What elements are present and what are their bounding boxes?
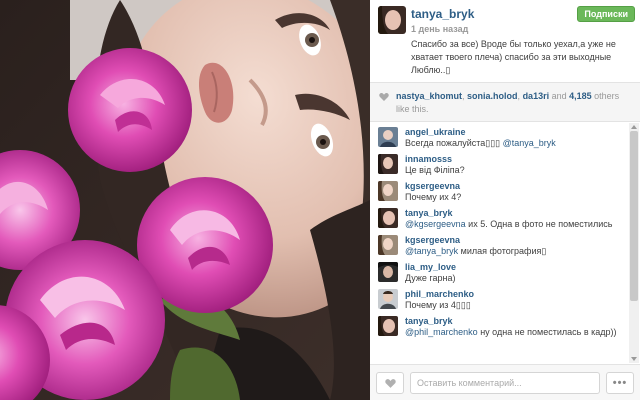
comment-username[interactable]: angel_ukraine (405, 123, 628, 137)
comment-username[interactable]: phil_marchenko (405, 285, 628, 299)
comment-username[interactable]: kgsergeevna (405, 231, 628, 245)
comment-text: Всегда пожалуйста▯▯▯ @tanya_bryk (405, 137, 628, 149)
comment-footer: ••• (370, 364, 640, 400)
comment-item: lia_my_love Дуже гарна) (370, 258, 628, 285)
photo-image (0, 0, 370, 400)
author-avatar[interactable] (378, 6, 406, 34)
avatar-image (378, 316, 398, 336)
commenter-avatar[interactable] (378, 127, 398, 147)
comment-body: Почему из 4▯▯▯ (405, 300, 471, 310)
commenter-avatar[interactable] (378, 289, 398, 309)
comment-body-after: ну одна не поместилась в кадр)) (477, 327, 617, 337)
likes-count[interactable]: 4,185 (569, 91, 592, 101)
comment-body: Це від Філіпа? (405, 165, 465, 175)
comment-text: @phil_marchenko ну одна не поместилась в… (405, 326, 628, 338)
comment-text: Це від Філіпа? (405, 164, 628, 176)
comment-item: kgsergeevna @tanya_bryk милая фотография… (370, 231, 628, 258)
liker-link[interactable]: sonia.holod (467, 91, 518, 101)
comment-item: tanya_bryk @phil_marchenko ну одна не по… (370, 312, 628, 339)
more-options-button[interactable]: ••• (606, 372, 634, 394)
comment-item: angel_ukraine Всегда пожалуйста▯▯▯ @tany… (370, 123, 628, 150)
comments-list[interactable]: angel_ukraine Всегда пожалуйста▯▯▯ @tany… (370, 123, 628, 363)
comment-username[interactable]: tanya_bryk (405, 204, 628, 218)
comment-text: Почему их 4? (405, 191, 628, 203)
author-username[interactable]: tanya_bryk (411, 7, 474, 21)
comment-input[interactable] (410, 372, 600, 394)
scroll-down-arrow-icon[interactable] (631, 357, 637, 361)
comments-scrollbar[interactable] (629, 123, 639, 363)
commenter-avatar[interactable] (378, 208, 398, 228)
like-button[interactable] (376, 372, 404, 394)
comment-item: kgsergeevna Почему их 4? (370, 177, 628, 204)
avatar-image (378, 289, 398, 309)
comment-item: phil_marchenko Почему из 4▯▯▯ (370, 285, 628, 312)
comment-username[interactable]: innamosss (405, 150, 628, 164)
post-timestamp: 1 день назад (411, 24, 469, 34)
comment-text: Почему из 4▯▯▯ (405, 299, 628, 311)
avatar-image (378, 235, 398, 255)
post-sidebar: tanya_bryk Подписки 1 день назад Спасибо… (370, 0, 640, 400)
comment-body-after: милая фотография▯ (458, 246, 547, 256)
comment-text: Дуже гарна) (405, 272, 628, 284)
comment-body: Дуже гарна) (405, 273, 456, 283)
caption-emoji: ▯ (445, 65, 451, 75)
avatar-image (378, 181, 398, 201)
post-photo[interactable] (0, 0, 370, 400)
avatar-image (378, 6, 406, 34)
comment-item: innamosss Це від Філіпа? (370, 150, 628, 177)
comment-mention[interactable]: @tanya_bryk (405, 246, 458, 256)
liker-link[interactable]: nastya_khomut (396, 91, 462, 101)
comment-username[interactable]: kgsergeevna (405, 177, 628, 191)
commenter-avatar[interactable] (378, 316, 398, 336)
comment-body-after: их 5. Одна в фото не поместились (465, 219, 613, 229)
caption-text: Спасибо за все) Вроде бы только уехал,а … (411, 39, 616, 75)
scroll-thumb[interactable] (630, 131, 638, 301)
commenter-avatar[interactable] (378, 154, 398, 174)
comment-username[interactable]: tanya_bryk (405, 312, 628, 326)
comment-mention[interactable]: @phil_marchenko (405, 327, 478, 337)
heart-icon (379, 93, 389, 101)
comment-body: Почему их 4? (405, 192, 462, 202)
liker-link[interactable]: da13ri (523, 91, 550, 101)
post-caption: Спасибо за все) Вроде бы только уехал,а … (411, 38, 633, 77)
avatar-image (378, 154, 398, 174)
likes-and: and (549, 91, 570, 101)
comment-username[interactable]: lia_my_love (405, 258, 628, 272)
follow-button[interactable]: Подписки (577, 6, 635, 22)
commenter-avatar[interactable] (378, 262, 398, 282)
comment-text: @tanya_bryk милая фотография▯ (405, 245, 628, 257)
post-header: tanya_bryk Подписки 1 день назад Спасибо… (370, 0, 640, 82)
likes-bar: nastya_khomut, sonia.holod, da13ri and 4… (370, 82, 640, 122)
comment-mention[interactable]: @kgsergeevna (405, 219, 466, 229)
comment-mention[interactable]: @tanya_bryk (503, 138, 556, 148)
avatar-image (378, 262, 398, 282)
heart-icon (385, 379, 396, 388)
comment-text: @kgsergeevna их 5. Одна в фото не помест… (405, 218, 628, 230)
comment-item: tanya_bryk @kgsergeevna их 5. Одна в фот… (370, 204, 628, 231)
commenter-avatar[interactable] (378, 181, 398, 201)
avatar-image (378, 127, 398, 147)
commenter-avatar[interactable] (378, 235, 398, 255)
scroll-up-arrow-icon[interactable] (631, 125, 637, 129)
avatar-image (378, 208, 398, 228)
comment-body: Всегда пожалуйста▯▯▯ (405, 138, 503, 148)
